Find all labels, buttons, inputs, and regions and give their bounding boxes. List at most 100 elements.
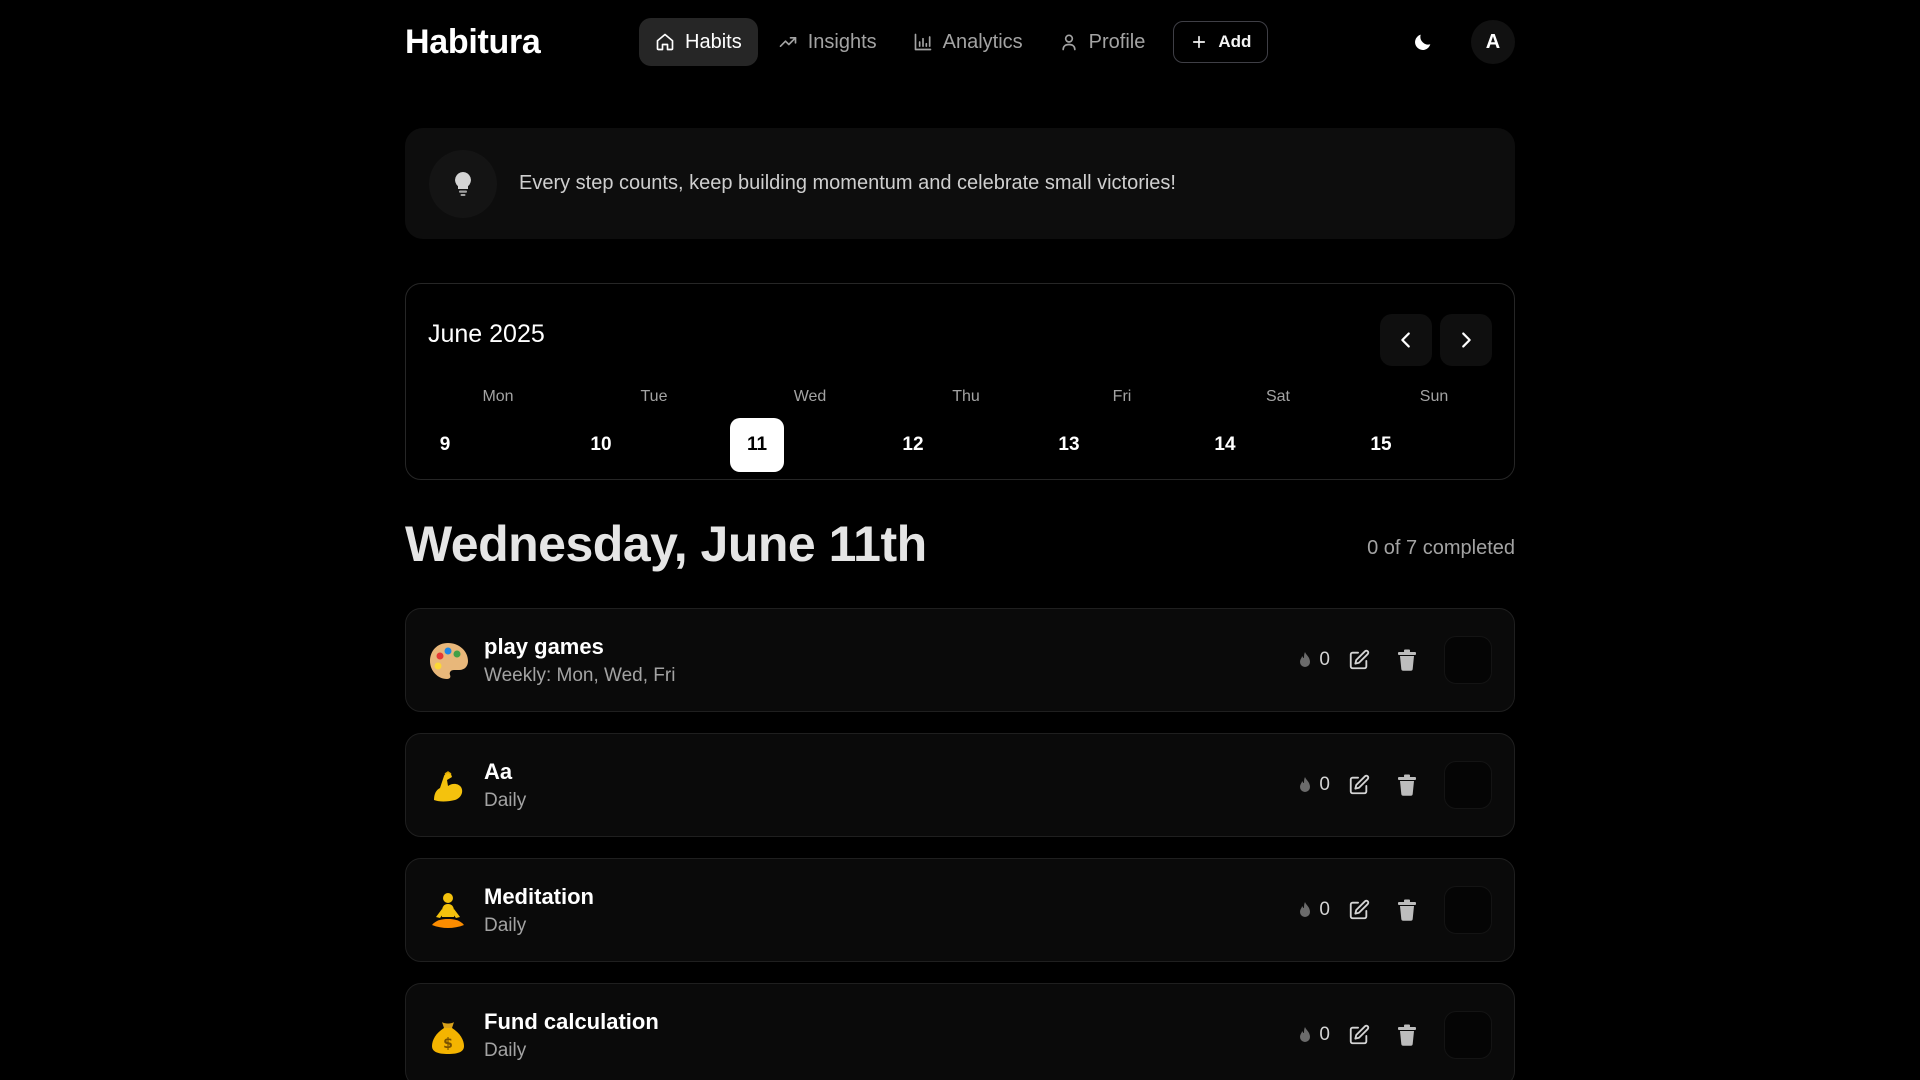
habit-frequency: Daily xyxy=(484,790,527,811)
svg-text:$: $ xyxy=(443,1036,453,1052)
edit-icon xyxy=(1349,774,1370,795)
lightbulb-icon xyxy=(429,149,497,218)
day-name: Tue xyxy=(640,388,668,405)
streak-counter: 0 xyxy=(1297,774,1330,796)
delete-button[interactable] xyxy=(1394,647,1420,673)
edit-button[interactable] xyxy=(1346,1022,1372,1048)
edit-button[interactable] xyxy=(1346,647,1372,673)
day-number[interactable]: 13 xyxy=(1042,418,1096,472)
day-name: Sun xyxy=(1419,388,1449,405)
selected-day-title: Wednesday, June 11th xyxy=(405,516,927,572)
edit-button[interactable] xyxy=(1346,772,1372,798)
habit-card: play games Weekly: Mon, Wed, Fri 0 xyxy=(405,608,1515,712)
plus-icon xyxy=(1193,35,1206,49)
day-name: Sat xyxy=(1265,388,1290,405)
bar-chart-icon xyxy=(914,33,931,51)
habit-actions: 0 xyxy=(1297,635,1492,685)
streak-value: 0 xyxy=(1319,899,1330,920)
calendar-month: June 2025 xyxy=(428,320,545,348)
day-number[interactable]: 9 xyxy=(418,418,472,472)
app-root: Habitura Habits Insights Analytics Profi… xyxy=(0,0,1920,1080)
day-name: Mon xyxy=(482,388,514,405)
edit-icon xyxy=(1349,649,1370,670)
habit-frequency: Weekly: Mon, Wed, Fri xyxy=(484,665,676,686)
nav-insights[interactable]: Insights xyxy=(762,18,893,66)
calendar-days: Mon 9 Tue 10 Wed 11 Thu 12 Fri 13 Sat 14 xyxy=(428,388,1518,472)
user-icon xyxy=(1062,34,1076,51)
week-calendar: June 2025 Mon 9 Tue 10 Wed 11 Thu 12 Fri… xyxy=(405,283,1515,480)
next-week-button[interactable] xyxy=(1440,314,1492,366)
trash-icon xyxy=(1398,899,1416,921)
streak-value: 0 xyxy=(1319,1024,1330,1045)
streak-value: 0 xyxy=(1319,649,1330,670)
habit-actions: 0 xyxy=(1297,1010,1492,1060)
completion-count: 0 of 7 completed xyxy=(1367,537,1515,559)
nav-profile-label: Profile xyxy=(1088,30,1146,53)
trash-icon xyxy=(1398,649,1416,671)
complete-checkbox[interactable] xyxy=(1444,886,1492,934)
calendar-nav xyxy=(1380,314,1492,366)
day-number[interactable]: 15 xyxy=(1354,418,1408,472)
day-number-selected[interactable]: 11 xyxy=(730,418,784,472)
nav-habits[interactable]: Habits xyxy=(639,18,758,66)
habit-card: Meditation Daily 0 xyxy=(405,858,1515,962)
day-number[interactable]: 10 xyxy=(574,418,628,472)
day-name: Fri xyxy=(1112,388,1132,405)
prev-week-button[interactable] xyxy=(1380,314,1432,366)
habit-actions: 0 xyxy=(1297,885,1492,935)
edit-icon xyxy=(1349,899,1370,920)
habit-actions: 0 xyxy=(1297,760,1492,810)
habit-name: Meditation xyxy=(484,884,594,909)
nav-analytics[interactable]: Analytics xyxy=(897,18,1039,66)
streak-counter: 0 xyxy=(1297,649,1330,671)
habit-frequency: Daily xyxy=(484,915,527,936)
day-number[interactable]: 12 xyxy=(886,418,940,472)
edit-icon xyxy=(1349,1024,1370,1045)
flame-icon xyxy=(1300,777,1311,792)
chevron-left-icon xyxy=(1401,332,1410,348)
complete-checkbox[interactable] xyxy=(1444,1011,1492,1059)
trash-icon xyxy=(1398,1024,1416,1046)
add-habit-button[interactable]: Add xyxy=(1173,21,1269,63)
nav-profile[interactable]: Profile xyxy=(1043,18,1162,66)
streak-counter: 0 xyxy=(1297,1024,1330,1046)
delete-button[interactable] xyxy=(1394,772,1420,798)
habit-frequency: Daily xyxy=(484,1040,527,1061)
nav-insights-label: Insights xyxy=(807,30,877,53)
add-label: Add xyxy=(1218,32,1252,51)
main-nav: Habits Insights Analytics Profile Add xyxy=(639,18,1269,66)
avatar[interactable]: A xyxy=(1471,20,1515,64)
motivation-banner: Every step counts, keep building momentu… xyxy=(405,128,1515,239)
header-right: A xyxy=(1405,20,1515,64)
trending-up-icon xyxy=(779,37,797,48)
flame-icon xyxy=(1300,902,1311,917)
streak-value: 0 xyxy=(1319,774,1330,795)
nav-analytics-label: Analytics xyxy=(942,30,1023,53)
home-icon xyxy=(656,33,674,51)
chevron-right-icon xyxy=(1462,332,1471,348)
habit-name: play games xyxy=(484,634,604,659)
habit-list: play games Weekly: Mon, Wed, Fri 0 Aa Da… xyxy=(405,608,1515,1080)
delete-button[interactable] xyxy=(1394,1022,1420,1048)
habit-card: $ Fund calculation Daily 0 xyxy=(405,983,1515,1080)
delete-button[interactable] xyxy=(1394,897,1420,923)
money-bag-icon: $ xyxy=(432,1022,464,1054)
day-number[interactable]: 14 xyxy=(1198,418,1252,472)
complete-checkbox[interactable] xyxy=(1444,761,1492,809)
brand-logo[interactable]: Habitura xyxy=(405,23,639,62)
flame-icon xyxy=(1300,652,1311,667)
habit-card: Aa Daily 0 xyxy=(405,733,1515,837)
trash-icon xyxy=(1398,774,1416,796)
day-name: Thu xyxy=(952,388,980,405)
edit-button[interactable] xyxy=(1346,897,1372,923)
nav-habits-label: Habits xyxy=(685,30,742,53)
theme-toggle-button[interactable] xyxy=(1405,24,1441,60)
habit-name: Fund calculation xyxy=(484,1009,659,1034)
palette-icon xyxy=(430,643,468,679)
day-name: Wed xyxy=(793,388,827,405)
flexed-biceps-icon xyxy=(434,771,463,802)
complete-checkbox[interactable] xyxy=(1444,636,1492,684)
meditation-icon xyxy=(432,893,464,928)
moon-icon xyxy=(1415,34,1431,50)
motivation-text: Every step counts, keep building momentu… xyxy=(519,172,1176,194)
